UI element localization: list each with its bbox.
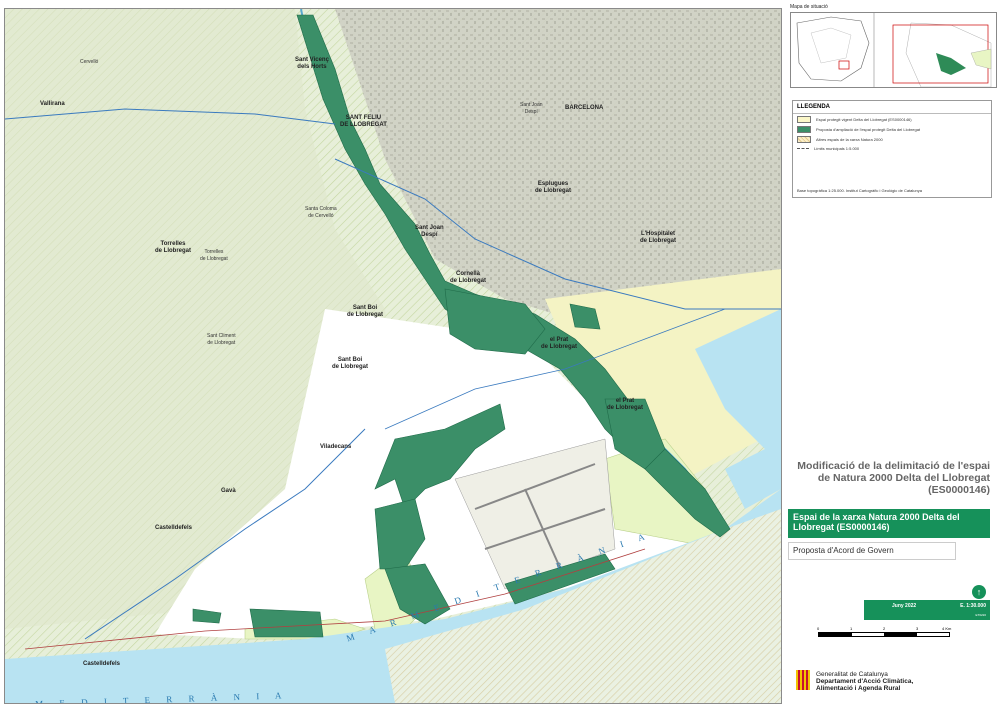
map-canvas	[5, 9, 781, 703]
north-arrow-icon: ↑	[972, 585, 986, 599]
town-label: Sant Climent de Llobregat	[207, 333, 236, 346]
legend-label: Altres espais de la xarxa Natura 2000	[816, 136, 883, 142]
town-label: Vallirana	[40, 101, 65, 107]
town-label: el Prat de Llobregat	[541, 337, 578, 350]
town-label: Sant Boi de Llobregat	[332, 357, 369, 370]
scale-number: 0	[817, 626, 820, 631]
legend-swatch	[797, 147, 809, 149]
natura-2000-box: Espai de la xarxa Natura 2000 Delta del …	[788, 509, 990, 538]
town-label: Cornellà de Llobregat	[450, 271, 487, 284]
map-code: ET0220	[975, 613, 986, 617]
legend-label: Proposta d'ampliació de l'espai protegit…	[816, 126, 921, 132]
graphic-scale	[818, 632, 950, 637]
legend-swatch	[797, 135, 811, 143]
town-label: L'Hospitalet de Llobregat	[640, 231, 677, 244]
scale-label: E. 1:30.000	[960, 603, 986, 609]
catalonia-outline	[796, 16, 870, 82]
town-label: Sant Joan Despí	[520, 102, 543, 115]
organization: Generalitat de Catalunya Departament d'A…	[816, 671, 913, 692]
town-label: SANT FELIU DE LLOBREGAT	[340, 115, 387, 128]
town-label: Sant Joan Despí	[415, 225, 444, 238]
main-map: Sant Vicenç dels Horts SANT FELIU DE LLOB…	[4, 8, 782, 704]
side-panel: Mapa de situació LLEGENDA Espai protegit…	[784, 0, 1000, 708]
town-label: Castelldefels	[155, 525, 193, 531]
town-label: Torrelles de Llobregat	[155, 241, 192, 254]
town-label: el Prat de Llobregat	[607, 398, 644, 411]
town-label: BARCELONA	[565, 105, 604, 111]
location-map-title: Mapa de situació	[790, 4, 828, 10]
town-label: Esplugues de Llobregat	[535, 181, 572, 194]
proposal-label: Proposta d'Acord de Govern	[788, 542, 956, 560]
legend: LLEGENDA Espai protegit vigent Delta del…	[792, 100, 992, 198]
town-label: Santa Coloma de Cervelló	[305, 206, 337, 219]
date-label: Juny 2022	[892, 603, 917, 609]
date-scale-bar: Juny 2022 E. 1:30.000 ET0220	[864, 600, 990, 620]
town-label: Torrelles de Llobregat	[200, 249, 228, 262]
proposed-area-castelldefels	[249, 608, 324, 638]
org-line-2: Departament d'Acció Climàtica,	[816, 678, 914, 685]
town-label: Cervelló	[80, 59, 99, 65]
legend-swatch	[797, 125, 811, 133]
scale-number: 4 Km	[942, 626, 952, 631]
org-line-3: Alimentació i Agenda Rural	[816, 685, 901, 692]
legend-title: LLEGENDA	[793, 101, 991, 114]
legend-item: Espai protegit vigent Delta del Llobrega…	[793, 114, 991, 124]
legend-label: Espai protegit vigent Delta del Llobrega…	[816, 116, 912, 122]
town-label: Sant Boi de Llobregat	[347, 305, 384, 318]
map-title: Modificació de la delimitació de l'espai…	[797, 460, 990, 496]
legend-item: Proposta d'ampliació de l'espai protegit…	[793, 124, 991, 134]
scale-number: 2	[883, 626, 886, 631]
legend-note: Base topogràfica 1:25.000. Institut Cart…	[797, 188, 922, 193]
town-label: Gavà	[221, 488, 236, 494]
town-label: Castelldefels	[83, 661, 121, 667]
legend-swatch	[797, 115, 811, 123]
town-label: Sant Vicenç dels Horts	[295, 57, 329, 70]
legend-item: Límits municipals 1:5.000	[793, 144, 991, 152]
scale-number: 1	[850, 626, 853, 631]
town-label: Viladecans	[320, 444, 352, 450]
legend-item: Altres espais de la xarxa Natura 2000	[793, 134, 991, 144]
location-map	[790, 12, 997, 88]
legend-label: Límits municipals 1:5.000	[814, 145, 860, 151]
org-line-1: Generalitat de Catalunya	[816, 671, 888, 678]
scale-number: 3	[916, 626, 919, 631]
generalitat-logo-icon	[796, 670, 810, 690]
